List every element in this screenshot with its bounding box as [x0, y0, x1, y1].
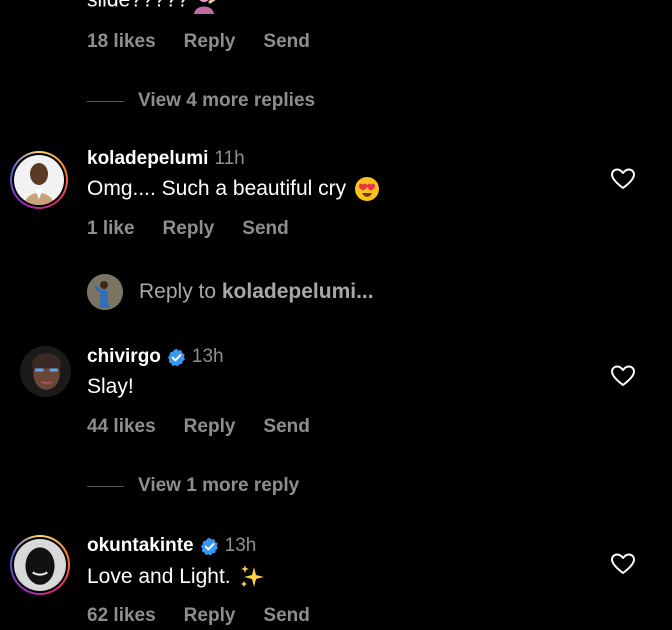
send-button[interactable]: Send: [263, 416, 309, 438]
timestamp: 13h: [224, 535, 257, 556]
top-comment-actions: 18 likes Reply Send: [87, 31, 338, 53]
comment-actions: 62 likes Reply Send: [87, 605, 338, 627]
heart-icon[interactable]: [611, 365, 635, 387]
partial-comment-body: slide?????: [87, 0, 189, 12]
avatar[interactable]: [10, 151, 68, 209]
comment-body: Love and Light.: [87, 565, 231, 588]
partial-comment-text: slide?????: [87, 0, 217, 14]
like-count[interactable]: 62 likes: [87, 605, 156, 627]
timestamp: 11h: [214, 148, 245, 169]
sparkles-emoji-icon: [240, 565, 264, 587]
avatar-photo: [20, 346, 71, 397]
comment-actions: 44 likes Reply Send: [87, 416, 338, 438]
heart-eyes-emoji-icon: [355, 177, 380, 201]
avatar-photo: [14, 539, 66, 591]
verified-badge-icon: [200, 537, 218, 555]
reply-button[interactable]: Reply: [184, 605, 236, 627]
comment-header: koladepelumi 11h: [87, 148, 245, 170]
avatar[interactable]: [20, 346, 71, 397]
my-avatar: [87, 274, 123, 310]
heart-icon[interactable]: [611, 553, 635, 575]
view-more-label: View 1 more reply: [138, 475, 300, 496]
timestamp: 13h: [191, 346, 224, 367]
comment-text: Love and Light.: [87, 564, 265, 590]
reply-prompt-prefix: Reply to: [139, 280, 222, 303]
comment-text: Slay!: [87, 375, 134, 399]
comment-actions: 1 like Reply Send: [87, 218, 317, 240]
like-count[interactable]: 44 likes: [87, 416, 156, 438]
heart-icon[interactable]: [611, 168, 635, 190]
view-more-label: View 4 more replies: [138, 90, 316, 111]
comment-text: Omg.... Such a beautiful cry: [87, 176, 380, 202]
reply-button[interactable]: Reply: [163, 218, 215, 240]
username[interactable]: chivirgo: [87, 346, 161, 368]
person-tipping-hand-emoji-icon: [193, 0, 216, 14]
thread-line: [87, 485, 124, 487]
comment-body: Slay!: [87, 375, 134, 398]
comment-header: chivirgo 13h: [87, 346, 224, 368]
thread-line: [87, 100, 124, 102]
reply-button[interactable]: Reply: [184, 416, 236, 438]
reply-prompt[interactable]: Reply to koladepelumi...: [87, 274, 374, 310]
username[interactable]: koladepelumi: [87, 148, 208, 170]
like-count[interactable]: 1 like: [87, 218, 135, 240]
view-more-replies-button[interactable]: View 4 more replies: [87, 90, 315, 112]
username[interactable]: okuntakinte: [87, 535, 194, 557]
view-more-replies-button[interactable]: View 1 more reply: [87, 475, 299, 497]
reply-prompt-text: Reply to koladepelumi...: [139, 280, 374, 304]
send-button[interactable]: Send: [263, 31, 309, 53]
reply-button[interactable]: Reply: [184, 31, 236, 53]
send-button[interactable]: Send: [242, 218, 288, 240]
send-button[interactable]: Send: [263, 605, 309, 627]
avatar[interactable]: [10, 535, 70, 595]
like-count[interactable]: 18 likes: [87, 31, 156, 53]
verified-badge-icon: [167, 348, 185, 366]
comment-header: okuntakinte 13h: [87, 535, 256, 557]
comment-body: Omg.... Such a beautiful cry: [87, 177, 347, 200]
avatar-photo: [14, 155, 64, 205]
reply-prompt-target: koladepelumi...: [221, 280, 374, 303]
